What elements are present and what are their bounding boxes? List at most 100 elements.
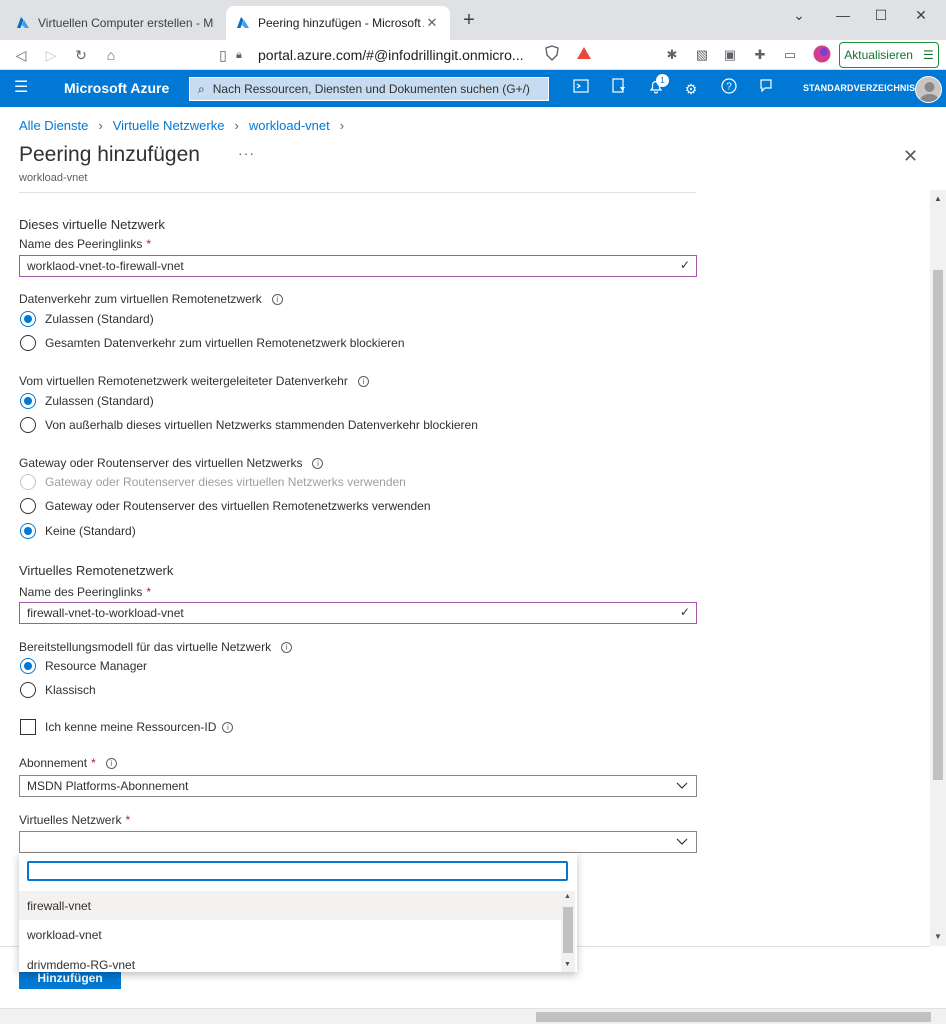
radio-circle	[20, 393, 36, 409]
radio-label: Gateway oder Routenserver des virtuellen…	[45, 499, 431, 513]
back-icon[interactable]: ◁	[10, 44, 32, 66]
forwarded-block-radio[interactable]: Von außerhalb dieses virtuellen Netzwerk…	[20, 417, 478, 433]
label-text: Name des Peeringlinks	[19, 237, 143, 251]
vnet-label: Virtuelles Netzwerk *	[19, 813, 130, 827]
directory-name[interactable]: STANDARDVERZEICHNIS	[803, 83, 915, 93]
divider	[19, 192, 696, 193]
update-button[interactable]: Aktualisieren ☰	[839, 42, 939, 68]
brave-shield-icon[interactable]	[542, 45, 562, 65]
page-title: Peering hinzufügen	[19, 143, 200, 166]
dropdown-option-workload-vnet[interactable]: workload-vnet	[19, 920, 561, 949]
browser-tab-peering[interactable]: Peering hinzufügen - Microsoft Azur ✕	[226, 6, 450, 40]
breadcrumb-all-services[interactable]: Alle Dienste	[19, 118, 88, 133]
label-text: Name des Peeringlinks	[19, 585, 143, 599]
plus-icon[interactable]: +	[458, 10, 480, 32]
breadcrumb-workload-vnet[interactable]: workload-vnet	[249, 118, 330, 133]
gateway-label: Gateway oder Routenserver des virtuellen…	[19, 456, 324, 470]
chevron-down-icon	[676, 782, 688, 789]
radio-label: Von außerhalb dieses virtuellen Netzwerk…	[45, 418, 478, 432]
scroll-down-icon[interactable]: ▼	[564, 961, 571, 968]
scroll-up-icon[interactable]: ▲	[934, 194, 942, 203]
radio-circle	[20, 682, 36, 698]
svg-text:?: ?	[726, 82, 732, 93]
scroll-thumb[interactable]	[536, 1012, 931, 1022]
radio-label: Klassisch	[45, 683, 96, 697]
brave-rewards-icon[interactable]	[574, 45, 594, 65]
home-icon[interactable]: ⌂	[100, 44, 122, 66]
global-search-input[interactable]: ⌕ Nach Ressourcen, Diensten und Dokument…	[189, 77, 549, 101]
info-icon[interactable]: i	[222, 721, 234, 733]
browser-tabstrip: Virtuellen Computer erstellen - Microsof…	[0, 0, 946, 40]
settings-gear-icon[interactable]: ⚙	[680, 78, 702, 100]
traffic-block-radio[interactable]: Gesamten Datenverkehr zum virtuellen Rem…	[20, 335, 405, 351]
vnet-select[interactable]	[19, 831, 697, 853]
scroll-up-icon[interactable]: ▲	[564, 893, 571, 900]
radio-label: Zulassen (Standard)	[45, 394, 154, 408]
chevron-right-icon: ›	[339, 118, 345, 133]
forward-icon[interactable]: ▷	[40, 44, 62, 66]
traffic-label: Datenverkehr zum virtuellen Remotenetzwe…	[19, 292, 283, 306]
scroll-thumb[interactable]	[563, 907, 573, 953]
info-icon[interactable]: i	[312, 457, 324, 469]
close-blade-icon[interactable]: ✕	[903, 146, 918, 167]
extension-gear-icon[interactable]: ✱	[662, 45, 682, 65]
feedback-icon[interactable]	[755, 78, 777, 100]
directory-filter-icon[interactable]	[608, 78, 630, 100]
remote-peering-name-input[interactable]: firewall-vnet-to-workload-vnet ✓	[19, 602, 697, 624]
breadcrumb: Alle Dienste › Virtuelle Netzwerke › wor…	[19, 118, 344, 133]
traffic-allow-radio[interactable]: Zulassen (Standard)	[20, 311, 154, 327]
menu-icon: ☰	[922, 48, 934, 62]
scroll-down-icon[interactable]: ▼	[934, 932, 942, 941]
page-vertical-scrollbar[interactable]: ▲ ▼	[930, 190, 946, 946]
azure-brand[interactable]: Microsoft Azure	[64, 80, 169, 96]
local-peering-name-input[interactable]: worklaod-vnet-to-firewall-vnet ✓	[19, 255, 697, 277]
close-tab-icon[interactable]: ✕	[424, 15, 440, 31]
deploy-classic-radio[interactable]: Klassisch	[20, 682, 96, 698]
section-remote-vnet: Virtuelles Remotenetzwerk	[19, 563, 174, 578]
chevron-down-icon	[676, 838, 688, 845]
close-window-icon[interactable]: ✕	[906, 4, 936, 26]
cloud-shell-icon[interactable]	[570, 78, 592, 100]
resource-id-checkbox[interactable]: Ich kenne meine Ressourcen-ID i	[20, 719, 234, 735]
dropdown-option-drivmdemo-vnet[interactable]: drivmdemo-RG-vnet	[19, 950, 561, 972]
required-mark: *	[91, 756, 96, 770]
radio-label: Resource Manager	[45, 659, 148, 673]
info-icon[interactable]: i	[357, 375, 369, 387]
bookmark-icon[interactable]: ▯	[212, 44, 234, 66]
profile-icon[interactable]	[812, 45, 832, 65]
wallet-icon[interactable]: ▭	[780, 45, 800, 65]
minimize-icon[interactable]: —	[828, 4, 858, 26]
radio-circle	[20, 658, 36, 674]
more-options-button[interactable]: ···	[238, 145, 255, 161]
dropdown-option-firewall-vnet[interactable]: firewall-vnet	[19, 891, 561, 920]
maximize-icon[interactable]: ☐	[866, 4, 896, 26]
chevron-right-icon: ›	[98, 118, 103, 133]
dropdown-search-input[interactable]	[27, 861, 568, 881]
reload-icon[interactable]: ↻	[70, 44, 92, 66]
deploy-model-label: Bereitstellungsmodell für das virtuelle …	[19, 640, 293, 654]
avatar[interactable]	[915, 76, 942, 103]
info-icon[interactable]: i	[105, 757, 117, 769]
required-mark: *	[146, 585, 152, 599]
azure-logo-icon	[17, 17, 29, 28]
checkbox-box	[20, 719, 36, 735]
gateway-none-radio[interactable]: Keine (Standard)	[20, 523, 136, 539]
extension-image-icon[interactable]: ▧	[692, 45, 712, 65]
extension-window-icon[interactable]: ▣	[720, 45, 740, 65]
deploy-resource-manager-radio[interactable]: Resource Manager	[20, 658, 147, 674]
page-horizontal-scrollbar[interactable]	[0, 1008, 946, 1024]
info-icon[interactable]: i	[271, 293, 283, 305]
help-icon[interactable]: ?	[718, 78, 740, 100]
hamburger-icon[interactable]: ☰	[14, 79, 32, 97]
puzzle-icon[interactable]: ✚	[750, 45, 770, 65]
browser-tab-create-vm[interactable]: Virtuellen Computer erstellen - Microsof…	[6, 6, 224, 40]
gateway-remote-radio[interactable]: Gateway oder Routenserver des virtuellen…	[20, 498, 431, 514]
dropdown-scrollbar[interactable]: ▲ ▼	[561, 891, 575, 972]
subscription-select[interactable]: MSDN Platforms-Abonnement	[19, 775, 697, 797]
scroll-thumb[interactable]	[933, 270, 943, 780]
forwarded-allow-radio[interactable]: Zulassen (Standard)	[20, 393, 154, 409]
chevron-down-icon[interactable]: ⌄	[784, 4, 814, 26]
breadcrumb-virtual-networks[interactable]: Virtuelle Netzwerke	[113, 118, 225, 133]
info-icon[interactable]: i	[281, 641, 293, 653]
local-name-label: Name des Peeringlinks *	[19, 237, 151, 251]
